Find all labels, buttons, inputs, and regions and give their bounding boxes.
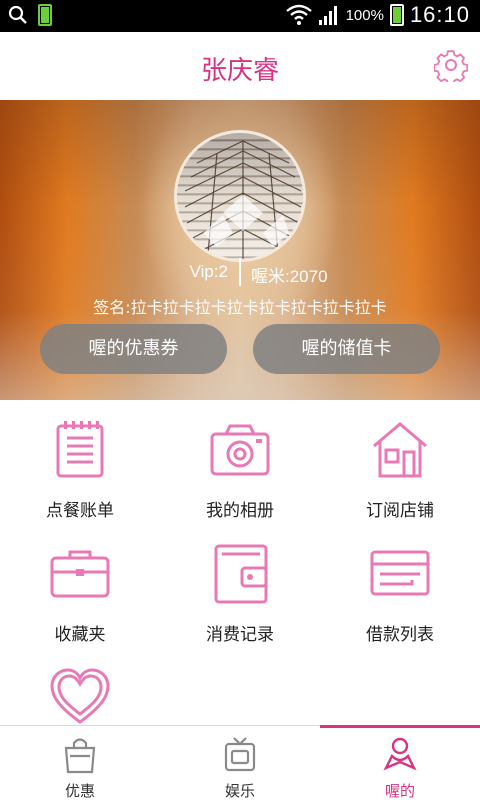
grid-item-label: 订阅店铺	[366, 501, 434, 521]
bill-icon	[56, 421, 104, 478]
gear-icon[interactable]	[434, 48, 468, 82]
grid-item-album[interactable]: 我的相册	[160, 418, 320, 521]
battery-percent: 100%	[345, 6, 384, 24]
grid-item-label: 收藏夹	[54, 625, 106, 645]
tv-icon	[224, 737, 256, 772]
tab-mine[interactable]: 喔的	[320, 725, 480, 800]
grid-item-favorites[interactable]: 收藏夹	[0, 542, 160, 645]
tab-entertainment[interactable]: 娱乐	[160, 726, 320, 800]
status-right: 100% 16:10	[285, 2, 470, 28]
tab-label: 娱乐	[224, 782, 255, 800]
my-stored-value-card-button[interactable]: 喔的储值卡	[253, 324, 440, 374]
tab-deals[interactable]: 优惠	[0, 726, 160, 800]
clock: 16:10	[409, 2, 470, 27]
points-balance: 喔米:2070	[251, 267, 328, 286]
tab-label: 喔的	[384, 782, 415, 800]
avatar[interactable]	[174, 130, 306, 262]
grid-item-label: 借款列表	[366, 625, 434, 645]
header: 张庆睿	[0, 32, 480, 100]
briefcase-icon	[50, 550, 110, 598]
battery-icon	[389, 4, 404, 26]
page-title: 张庆睿	[200, 56, 279, 86]
card-icon	[370, 550, 430, 596]
grid-item-spending-records[interactable]: 消费记录	[160, 542, 320, 645]
heart-icon	[50, 668, 110, 724]
wifi-icon	[285, 4, 312, 25]
signature: 签名:拉卡拉卡拉卡拉卡拉卡拉卡拉卡拉卡	[93, 298, 387, 317]
grid-item-label: 点餐账单	[46, 501, 114, 521]
grid-item-subscribed-shops[interactable]: 订阅店铺	[320, 418, 480, 521]
tab-bar: 优惠 娱乐 喔的	[0, 725, 480, 800]
battery-small-icon	[38, 4, 52, 26]
signal-icon	[318, 6, 337, 25]
feature-grid: 点餐账单 我的相册 订阅店铺 收藏夹 消费记录 借款列表	[0, 400, 480, 725]
stats-divider	[239, 258, 241, 286]
vip-level: Vip:2	[189, 262, 228, 281]
profile-banner: Vip:2 喔米:2070 签名:拉卡拉卡拉卡拉卡拉卡拉卡拉卡拉卡 喔的优惠券 …	[0, 100, 480, 400]
my-coupons-button[interactable]: 喔的优惠券	[40, 324, 227, 374]
profile-stats: Vip:2 喔米:2070	[0, 258, 480, 290]
grid-item-loan-list[interactable]: 借款列表	[320, 542, 480, 645]
tab-label: 优惠	[64, 782, 95, 800]
camera-icon	[210, 424, 270, 476]
grid-item-heart[interactable]	[0, 666, 160, 734]
grid-item-label: 消费记录	[206, 625, 274, 645]
search-icon	[8, 5, 27, 24]
status-left	[8, 4, 52, 26]
user-icon	[383, 737, 417, 771]
house-icon	[373, 422, 427, 478]
shopping-bag-icon	[64, 738, 96, 774]
wallet-icon	[214, 544, 268, 604]
grid-item-label: 我的相册	[206, 501, 274, 521]
status-bar: 100% 16:10	[0, 0, 480, 32]
grid-item-orders[interactable]: 点餐账单	[0, 418, 160, 521]
